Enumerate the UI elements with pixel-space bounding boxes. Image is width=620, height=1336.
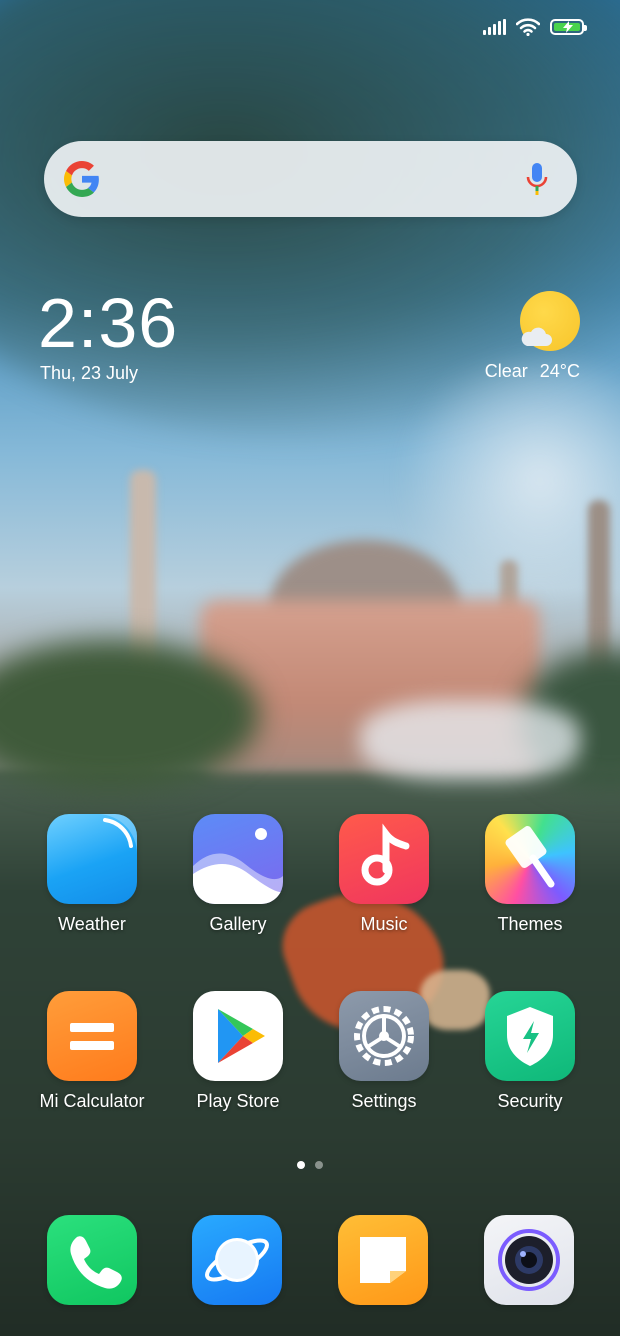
notes-app-icon[interactable] xyxy=(338,1215,428,1305)
app-play-store[interactable]: Play Store xyxy=(173,991,303,1112)
phone-app-icon[interactable] xyxy=(47,1215,137,1305)
page-dot-active[interactable] xyxy=(297,1161,305,1169)
weather-condition: Clear xyxy=(484,361,528,381)
music-app-icon[interactable] xyxy=(339,814,429,904)
gallery-app-icon[interactable] xyxy=(193,814,283,904)
browser-app-icon[interactable] xyxy=(192,1215,282,1305)
clock-date[interactable]: Thu, 23 July xyxy=(40,363,138,384)
app-label: Play Store xyxy=(196,1091,280,1111)
camera-app-icon[interactable] xyxy=(484,1215,574,1305)
app-label: Music xyxy=(360,914,408,934)
google-logo-icon[interactable] xyxy=(64,161,100,197)
play-store-app-icon[interactable] xyxy=(193,991,283,1081)
page-dot[interactable] xyxy=(315,1161,323,1169)
dock-browser[interactable] xyxy=(172,1215,302,1305)
app-label: Settings xyxy=(351,1091,417,1111)
microphone-icon[interactable] xyxy=(525,161,549,197)
app-themes[interactable]: Themes xyxy=(465,814,595,935)
app-label: Gallery xyxy=(209,914,267,934)
settings-app-icon[interactable] xyxy=(339,991,429,1081)
app-label: Mi Calculator xyxy=(39,1091,145,1111)
clock-time[interactable]: 2:36 xyxy=(38,288,178,358)
weather-widget[interactable]: Clear 24°C xyxy=(485,361,580,382)
app-gallery[interactable]: Gallery xyxy=(173,814,303,935)
app-music[interactable]: Music xyxy=(319,814,449,935)
app-settings[interactable]: Settings xyxy=(319,991,449,1112)
weather-temperature: 24°C xyxy=(539,361,580,381)
weather-app-icon[interactable] xyxy=(47,814,137,904)
signal-icon xyxy=(483,19,506,35)
themes-app-icon[interactable] xyxy=(485,814,575,904)
security-app-icon[interactable] xyxy=(485,991,575,1081)
app-label: Security xyxy=(497,1091,563,1111)
app-label: Weather xyxy=(58,914,126,934)
dock-camera[interactable] xyxy=(464,1215,594,1305)
status-bar xyxy=(483,14,587,40)
calculator-app-icon[interactable] xyxy=(47,991,137,1081)
app-security[interactable]: Security xyxy=(465,991,595,1112)
dock-notes[interactable] xyxy=(318,1215,448,1305)
cloud-icon[interactable] xyxy=(519,325,553,347)
app-mi-calculator[interactable]: Mi Calculator xyxy=(27,991,157,1112)
battery-charging-icon xyxy=(550,19,587,35)
page-indicator xyxy=(0,1161,620,1169)
dock-phone[interactable] xyxy=(27,1215,157,1305)
app-weather[interactable]: Weather xyxy=(27,814,157,935)
app-label: Themes xyxy=(497,914,563,934)
wallpaper-fountain xyxy=(360,700,580,780)
wifi-icon xyxy=(516,18,540,36)
google-search-bar[interactable] xyxy=(44,141,577,217)
